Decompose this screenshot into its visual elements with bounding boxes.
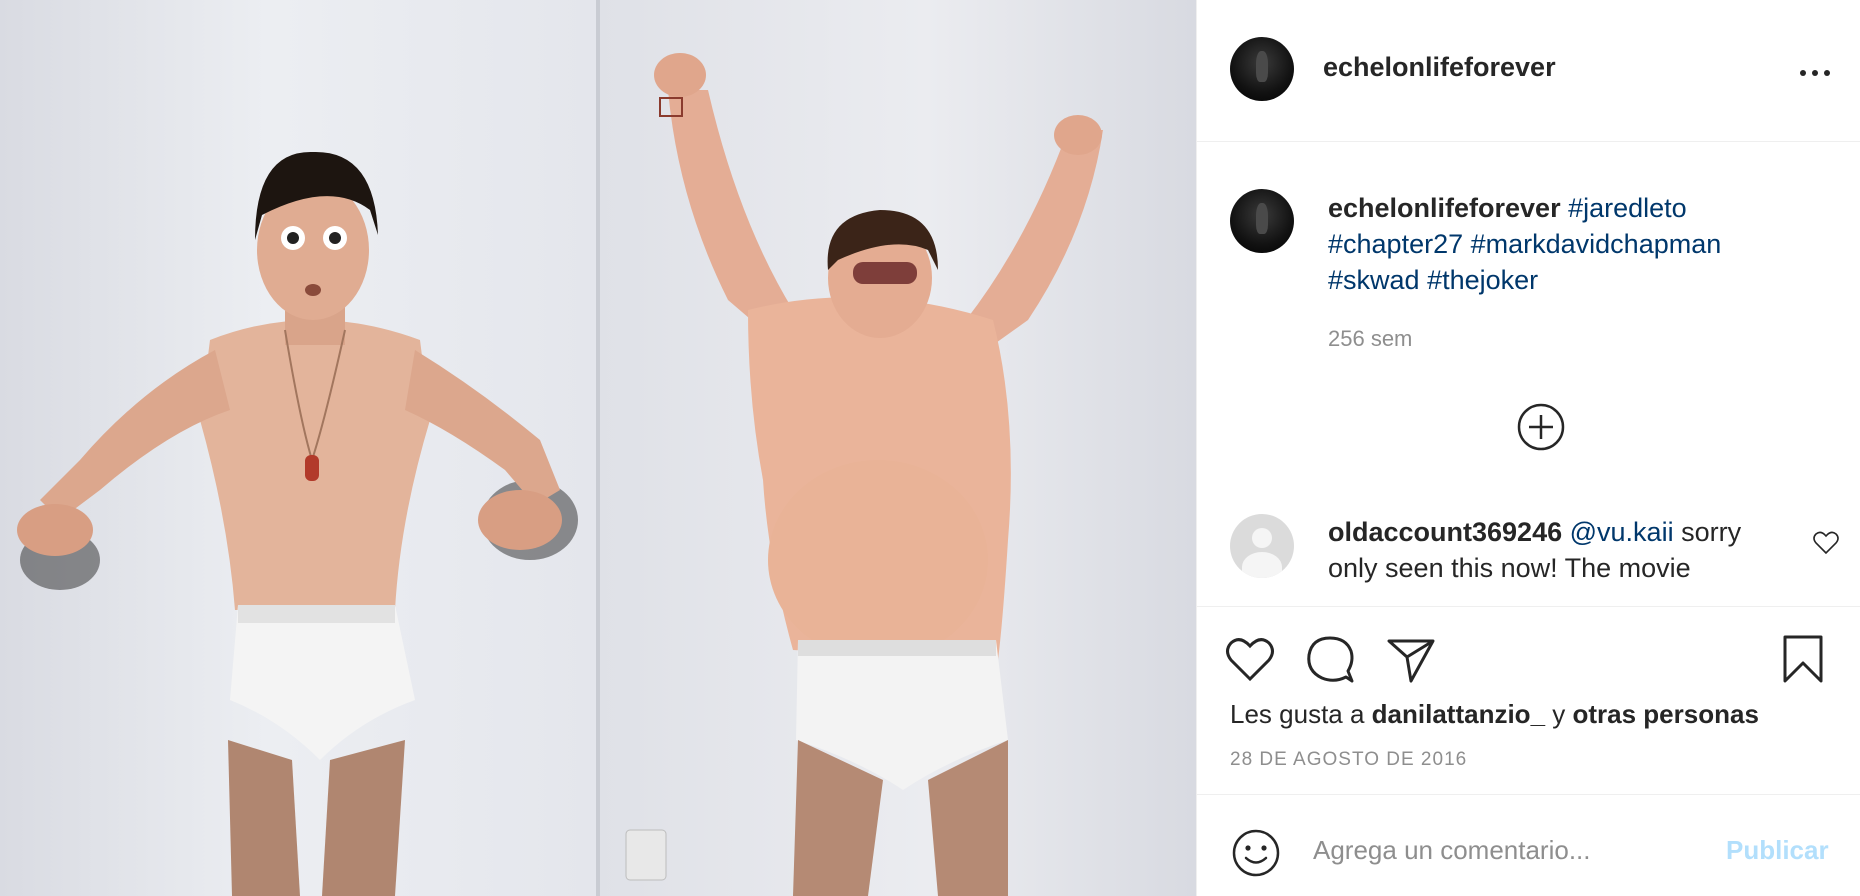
post-header: echelonlifeforever (1197, 0, 1860, 142)
smiley-icon[interactable] (1230, 827, 1282, 879)
instagram-post: echelonlifeforever echelonlifeforever #j… (0, 0, 1860, 896)
add-comment-bar: Publicar (1197, 794, 1860, 896)
comment-text: oldaccount369246 @vu.kaii sorry only see… (1328, 514, 1788, 606)
commenter-avatar[interactable] (1230, 514, 1294, 578)
comment-input[interactable] (1311, 825, 1715, 875)
publish-button[interactable]: Publicar (1726, 835, 1829, 866)
post-date[interactable]: 28 DE AGOSTO DE 2016 (1230, 749, 1467, 771)
caption-timestamp[interactable]: 256 sem (1328, 326, 1412, 352)
likes-summary[interactable]: Les gusta a danilattanzio_ y otras perso… (1230, 699, 1759, 730)
more-options-icon[interactable] (1797, 58, 1833, 86)
author-username[interactable]: echelonlifeforever (1323, 52, 1556, 83)
photo-left-panel (0, 0, 598, 896)
hashtag-link[interactable]: #markdavidchapman (1471, 229, 1722, 259)
hashtag-link[interactable]: #thejoker (1427, 265, 1538, 295)
hashtag-link[interactable]: #chapter27 (1328, 229, 1463, 259)
commenter-username[interactable]: oldaccount369246 (1328, 517, 1562, 547)
hashtag-link[interactable]: #skwad (1328, 265, 1420, 295)
post-sidebar: echelonlifeforever echelonlifeforever #j… (1196, 0, 1860, 896)
bookmark-icon[interactable] (1777, 633, 1829, 685)
liker-username[interactable]: danilattanzio_ (1372, 699, 1545, 729)
heavy-man-illustration (625, 53, 1103, 896)
comment-icon[interactable] (1304, 633, 1356, 685)
photo-divider (596, 0, 600, 896)
caption-text: echelonlifeforever #jaredleto #chapter27… (1328, 190, 1788, 298)
likes-connector: y (1552, 699, 1566, 729)
likes-prefix: Les gusta a (1230, 699, 1365, 729)
caption-author-username[interactable]: echelonlifeforever (1328, 193, 1561, 223)
caption-author-avatar[interactable] (1230, 189, 1294, 253)
author-avatar[interactable] (1230, 37, 1294, 101)
photo-right-panel (598, 0, 1196, 896)
paper-plane-icon[interactable] (1385, 633, 1437, 685)
thin-man-illustration (17, 151, 578, 896)
plus-circle-icon[interactable] (1517, 403, 1565, 451)
hashtag-link[interactable]: #jaredleto (1568, 193, 1687, 223)
mention-link[interactable]: @vu.kaii (1570, 517, 1674, 547)
heart-icon[interactable] (1813, 531, 1839, 555)
post-image[interactable] (0, 0, 1196, 896)
post-actions: Les gusta a danilattanzio_ y otras perso… (1197, 606, 1860, 790)
other-likers-link[interactable]: otras personas (1573, 699, 1759, 729)
heart-icon[interactable] (1224, 633, 1276, 685)
